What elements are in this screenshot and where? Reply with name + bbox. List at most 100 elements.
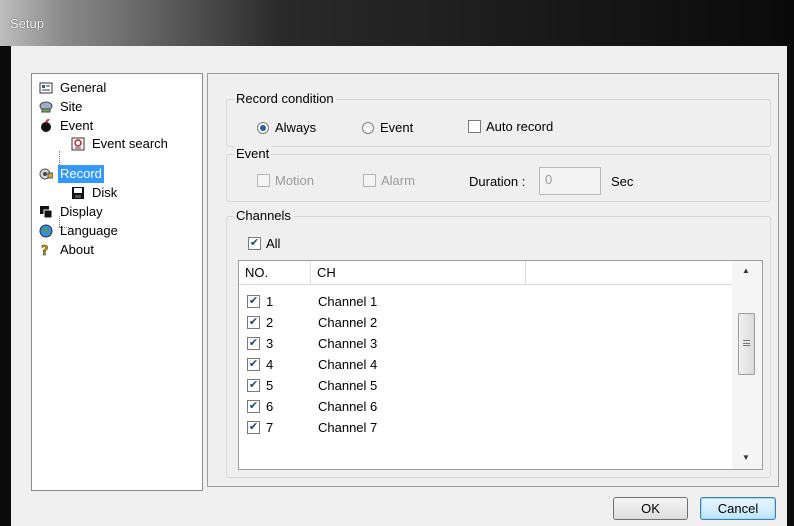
checkbox-box[interactable]: ✔ <box>247 421 260 434</box>
channel-number: 1 <box>266 294 274 309</box>
disk-icon <box>71 186 85 200</box>
checkbox-box[interactable]: ✔ <box>247 316 260 329</box>
channel-list-scrollbar[interactable]: ▲ ▼ <box>732 261 762 469</box>
tree-item-about[interactable]: ? About <box>39 241 96 259</box>
svg-text:?: ? <box>41 244 49 257</box>
event-search-icon <box>71 137 85 151</box>
channel-name: Channel 3 <box>318 336 378 351</box>
checkbox-box[interactable] <box>257 174 270 187</box>
column-header-empty[interactable] <box>526 261 732 285</box>
channel-name: Channel 1 <box>318 294 378 309</box>
scroll-up-arrow-icon[interactable]: ▲ <box>737 263 755 279</box>
channel-row[interactable]: ✔ 4 Channel 4 <box>239 354 732 375</box>
language-icon <box>39 224 53 238</box>
channel-row[interactable]: ✔ 3 Channel 3 <box>239 333 732 354</box>
ok-button[interactable]: OK <box>613 497 688 520</box>
window-frame-left <box>0 46 11 526</box>
tree-item-label: Disk <box>92 185 118 200</box>
event-icon <box>39 118 53 133</box>
channel-name: Channel 2 <box>318 315 378 330</box>
always-label: Always <box>275 120 317 135</box>
column-header-ch[interactable]: CH <box>311 261 526 285</box>
channel-number: 3 <box>266 336 274 351</box>
event-radio-label: Event <box>380 120 414 135</box>
tree-item-display[interactable]: Display <box>39 203 105 221</box>
channel-name: Channel 6 <box>318 399 378 414</box>
channel-number: 7 <box>266 420 274 435</box>
alarm-checkbox[interactable]: Alarm <box>363 173 415 188</box>
tree-item-record[interactable]: Record <box>39 165 104 183</box>
column-header-no[interactable]: NO. <box>239 261 311 285</box>
event-radio[interactable]: Event <box>362 120 413 135</box>
checkbox-box[interactable]: ✔ <box>247 295 260 308</box>
channel-row[interactable]: ✔ 2 Channel 2 <box>239 312 732 333</box>
all-channels-checkbox[interactable]: ✔ All <box>248 236 280 251</box>
auto-record-checkbox[interactable]: Auto record <box>468 119 553 134</box>
radio-button[interactable] <box>257 121 269 134</box>
tree-item-general[interactable]: General <box>39 79 108 97</box>
tree-item-event[interactable]: Event <box>39 117 95 135</box>
channel-list[interactable]: NO. CH ✔ 1 Channel 1 ✔ 2 Channel 2 ✔ 3 Chan… <box>238 260 763 470</box>
record-condition-title: Record condition <box>234 91 336 106</box>
checkbox-box[interactable]: ✔ <box>247 358 260 371</box>
cancel-button[interactable]: Cancel <box>700 497 776 520</box>
scrollbar-thumb[interactable] <box>738 313 755 375</box>
channel-row[interactable]: ✔ 5 Channel 5 <box>239 375 732 396</box>
channel-number: 6 <box>266 399 274 414</box>
scroll-down-arrow-icon[interactable]: ▼ <box>737 450 755 466</box>
settings-tree[interactable]: General Site Event Event search Record D… <box>31 73 203 491</box>
tree-item-label: Event <box>60 118 94 133</box>
motion-label: Motion <box>275 173 315 188</box>
checkbox-box[interactable]: ✔ <box>247 400 260 413</box>
tree-item-label: Display <box>60 204 103 219</box>
grip-icon <box>743 340 750 346</box>
duration-value: 0 <box>545 172 553 187</box>
checkbox-box[interactable] <box>363 174 376 187</box>
site-icon <box>39 100 53 114</box>
channel-row[interactable]: ✔ 7 Channel 7 <box>239 417 732 438</box>
alarm-label: Alarm <box>381 173 415 188</box>
tree-item-label: Event search <box>92 136 168 151</box>
channel-number: 2 <box>266 315 274 330</box>
channel-name: Channel 4 <box>318 357 378 372</box>
channel-number: 4 <box>266 357 274 372</box>
checkbox-box[interactable]: ✔ <box>247 337 260 350</box>
checkbox-box[interactable]: ✔ <box>247 379 260 392</box>
tree-item-language[interactable]: Language <box>39 222 120 240</box>
window-title: Setup <box>10 16 44 31</box>
all-label: All <box>266 236 281 251</box>
channel-name: Channel 5 <box>318 378 378 393</box>
channel-row[interactable]: ✔ 6 Channel 6 <box>239 396 732 417</box>
tree-item-label: Record <box>58 165 104 183</box>
channel-row[interactable]: ✔ 1 Channel 1 <box>239 291 732 312</box>
event-group-title: Event <box>234 146 272 161</box>
motion-checkbox[interactable]: Motion <box>257 173 314 188</box>
tree-item-label: About <box>60 242 94 257</box>
channel-list-header: NO. CH <box>239 261 732 285</box>
checkbox-box[interactable]: ✔ <box>248 237 261 250</box>
tree-item-disk[interactable]: Disk <box>71 184 119 202</box>
channels-title: Channels <box>234 208 293 223</box>
window-frame-right <box>787 46 794 526</box>
tree-item-label: Language <box>60 223 118 238</box>
record-settings-panel: Record condition Always Event Auto recor… <box>207 73 779 487</box>
setup-dialog: General Site Event Event search Record D… <box>11 46 787 526</box>
always-radio[interactable]: Always <box>257 120 316 135</box>
tree-item-label: General <box>60 80 107 95</box>
about-icon: ? <box>39 243 53 260</box>
title-bar[interactable]: Setup <box>0 0 794 46</box>
channel-number: 5 <box>266 378 274 393</box>
tree-item-event-search[interactable]: Event search <box>71 135 170 153</box>
duration-label: Duration : <box>469 174 526 189</box>
auto-record-label: Auto record <box>486 119 554 134</box>
general-icon <box>39 81 53 95</box>
display-icon <box>39 205 53 219</box>
radio-button[interactable] <box>362 121 374 134</box>
tree-item-site[interactable]: Site <box>39 98 84 116</box>
checkbox-box[interactable] <box>468 120 481 133</box>
duration-input[interactable]: 0 <box>539 167 601 195</box>
sec-label: Sec <box>611 174 634 189</box>
channel-name: Channel 7 <box>318 420 378 435</box>
record-icon <box>39 167 54 181</box>
tree-item-label: Site <box>60 99 83 114</box>
